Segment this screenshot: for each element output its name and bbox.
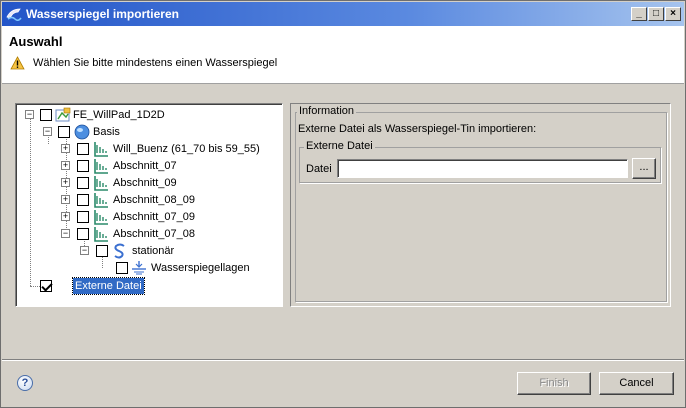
finish-button[interactable]: Finish (517, 372, 591, 395)
tree-item-label: Abschnitt_07_08 (113, 228, 195, 240)
wizard-header: Auswahl Wählen Sie bitte mindestens eine… (2, 26, 684, 84)
checkbox[interactable] (77, 211, 89, 223)
tree-item-label: Abschnitt_07_09 (113, 211, 195, 223)
collapse-toggle[interactable]: − (25, 110, 34, 119)
expand-toggle[interactable]: + (61, 212, 70, 221)
tree-item-label: Externe Datei (72, 277, 145, 295)
checkbox-checked[interactable] (40, 280, 52, 292)
tree-item-label: stationär (132, 245, 175, 257)
cancel-button[interactable]: Cancel (599, 372, 674, 395)
tree-item-externe-datei[interactable]: Externe Datei (16, 277, 282, 295)
checkbox[interactable] (58, 126, 70, 138)
information-panel: Information Externe Datei als Wasserspie… (290, 103, 671, 307)
expand-toggle[interactable]: + (61, 178, 70, 187)
file-path-input[interactable] (337, 159, 628, 178)
tree-item-fe-willpad[interactable]: − FE_WillPad_1D2D (16, 107, 282, 123)
checkbox[interactable] (40, 109, 52, 121)
river-icon (94, 210, 108, 225)
river-icon (94, 193, 108, 208)
tree-item-label: Wasserspiegellagen (151, 262, 250, 274)
globe-icon (74, 124, 90, 140)
information-group-title: Information (297, 105, 357, 117)
tree-item-label: Will_Buenz (61_70 bis 59_55) (113, 143, 260, 155)
tree-item-label: FE_WillPad_1D2D (73, 109, 165, 121)
tree-item-label: Abschnitt_08_09 (113, 194, 195, 206)
checkbox[interactable] (77, 143, 89, 155)
expand-toggle[interactable]: + (61, 144, 70, 153)
browse-button[interactable]: ... (632, 158, 656, 179)
river-icon (94, 227, 108, 242)
river-icon (94, 176, 108, 191)
expand-toggle[interactable]: + (61, 161, 70, 170)
window-title: Wasserspiegel importieren (26, 7, 179, 21)
river-icon (94, 159, 108, 174)
checkbox[interactable] (77, 177, 89, 189)
tree-item-stationaer[interactable]: − stationär (16, 243, 282, 259)
model-icon (55, 107, 71, 122)
collapse-toggle[interactable]: − (43, 127, 52, 136)
tree-item-wasserspiegellagen[interactable]: Wasserspiegellagen (16, 260, 282, 276)
information-description: Externe Datei als Wasserspiegel-Tin impo… (298, 123, 537, 135)
header-message: Wählen Sie bitte mindestens einen Wasser… (33, 57, 278, 69)
title-bar[interactable]: Wasserspiegel importieren _ □ × (2, 2, 684, 26)
minimize-button[interactable]: _ (631, 7, 647, 21)
tree-item-label: Basis (93, 126, 120, 138)
checkbox[interactable] (77, 194, 89, 206)
file-group-title: Externe Datei (304, 140, 375, 152)
river-icon (94, 142, 108, 157)
tree-item-abschnitt-09[interactable]: + Abschnitt_09 (16, 175, 282, 191)
tree-item-label: Abschnitt_07 (113, 160, 177, 172)
footer-separator (2, 359, 684, 361)
tree-item-abschnitt-08-09[interactable]: + Abschnitt_08_09 (16, 192, 282, 208)
checkbox[interactable] (96, 245, 108, 257)
tree-item-abschnitt-07-08[interactable]: − Abschnitt_07_08 (16, 226, 282, 242)
tree-item-basis[interactable]: − Basis (16, 124, 282, 140)
tree-item-abschnitt-07[interactable]: + Abschnitt_07 (16, 158, 282, 174)
waterlevel-icon (132, 261, 146, 275)
expand-toggle[interactable]: + (61, 195, 70, 204)
checkbox[interactable] (77, 160, 89, 172)
tree-item-label: Abschnitt_09 (113, 177, 177, 189)
checkbox[interactable] (116, 262, 128, 274)
collapse-toggle[interactable]: − (61, 229, 70, 238)
file-label: Datei (306, 163, 332, 175)
import-waterlevel-icon (6, 8, 22, 21)
tree-item-will-buenz[interactable]: + Will_Buenz (61_70 bis 59_55) (16, 141, 282, 157)
page-title: Auswahl (9, 34, 63, 49)
help-icon[interactable]: ? (17, 375, 33, 391)
maximize-button[interactable]: □ (648, 7, 664, 21)
calculation-icon (114, 243, 125, 259)
tree-item-abschnitt-07-09[interactable]: + Abschnitt_07_09 (16, 209, 282, 225)
warning-icon (10, 56, 25, 70)
collapse-toggle[interactable]: − (80, 246, 89, 255)
close-button[interactable]: × (665, 7, 681, 21)
dialog-window: Wasserspiegel importieren _ □ × Auswahl … (0, 0, 686, 408)
selection-tree[interactable]: − FE_WillPad_1D2D − Basis + Will_Buenz (… (15, 103, 283, 307)
checkbox[interactable] (77, 228, 89, 240)
